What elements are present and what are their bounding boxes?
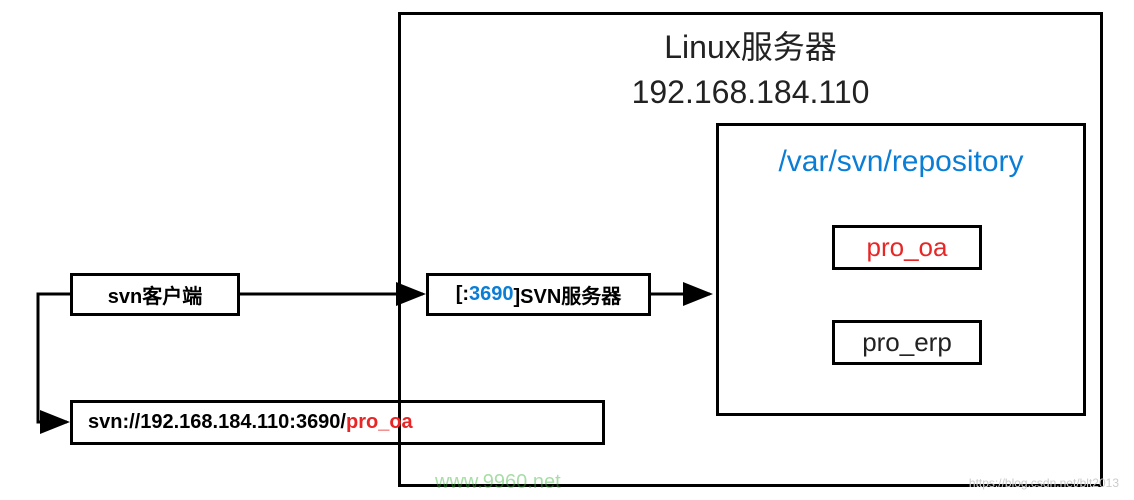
svn-service-port: 3690 bbox=[469, 283, 514, 306]
repository-path: /var/svn/repository bbox=[716, 145, 1086, 179]
svn-service-box: [:3690]SVN服务器 bbox=[426, 273, 651, 316]
svn-service-prefix: [: bbox=[456, 283, 469, 306]
repo-item-label: pro_erp bbox=[862, 327, 952, 358]
svn-client-box: svn客户端 bbox=[70, 273, 240, 316]
svn-url-box: svn://192.168.184.110:3690/pro_oa bbox=[70, 400, 605, 445]
repo-item-label: pro_oa bbox=[867, 232, 948, 263]
svn-url-base: svn://192.168.184.110:3690/ bbox=[88, 411, 346, 434]
server-title-line2: 192.168.184.110 bbox=[632, 74, 870, 110]
svn-url-repo: pro_oa bbox=[346, 411, 413, 434]
svn-service-suffix: ]SVN服务器 bbox=[514, 280, 622, 309]
arrow-client-to-url bbox=[38, 294, 70, 422]
watermark-gray: https://blog.csdn.net/blt2013 bbox=[969, 476, 1119, 490]
server-title: Linux服务器 192.168.184.110 bbox=[398, 25, 1103, 115]
repo-item-pro-erp: pro_erp bbox=[832, 320, 982, 365]
server-title-line1: Linux服务器 bbox=[664, 29, 837, 65]
repo-item-pro-oa: pro_oa bbox=[832, 225, 982, 270]
svn-client-label: svn客户端 bbox=[108, 280, 202, 309]
watermark-green: www.9960.net bbox=[435, 471, 561, 494]
